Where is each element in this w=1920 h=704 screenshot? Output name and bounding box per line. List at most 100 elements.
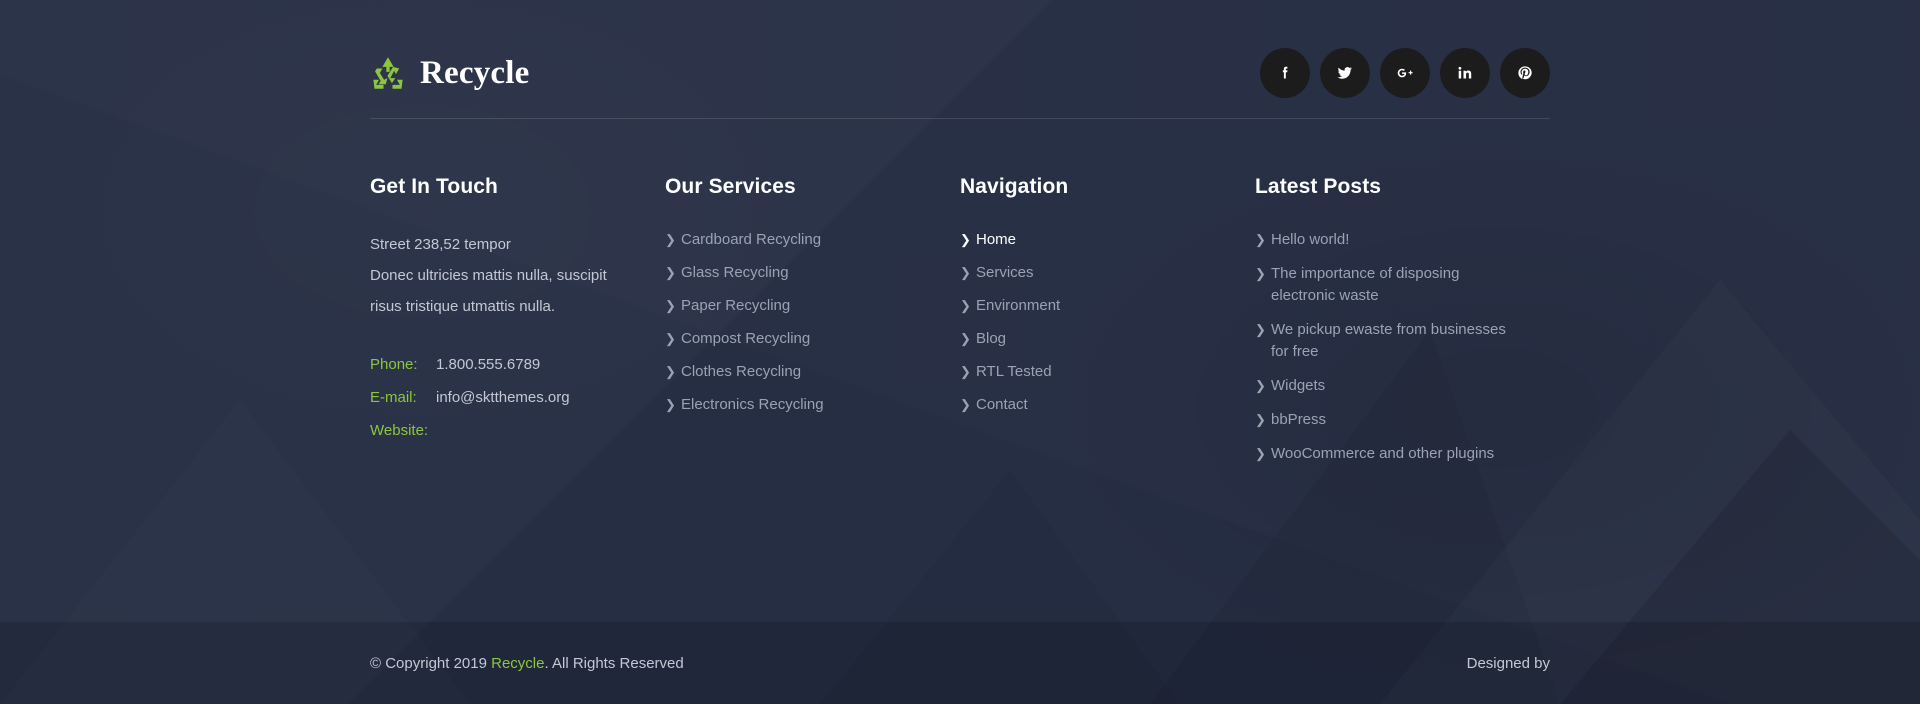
chevron-right-icon: ❯	[960, 331, 971, 346]
chevron-right-icon: ❯	[1255, 232, 1266, 247]
chevron-right-icon: ❯	[665, 364, 676, 379]
latest-posts-list: ❯ Hello world! ❯ The importance of dispo…	[1255, 229, 1520, 465]
widget-title-get-in-touch: Get In Touch	[370, 175, 498, 198]
chevron-right-icon: ❯	[665, 232, 676, 247]
social-links	[1260, 48, 1550, 98]
address-line: Donec ultricies mattis nulla, suscipit	[370, 267, 607, 284]
address-block: Street 238,52 tempor Donec ultricies mat…	[370, 229, 635, 322]
widget-title-our-services: Our Services	[665, 175, 796, 198]
footer-widget-columns: Get In Touch Street 238,52 tempor Donec …	[370, 119, 1550, 477]
widget-latest-posts: Latest Posts ❯ Hello world! ❯ The import…	[1255, 175, 1550, 477]
contact-details: Phone: 1.800.555.6789 E-mail: info@sktth…	[370, 348, 635, 447]
contact-label: E-mail:	[370, 389, 417, 406]
post-link-label: Hello world!	[1271, 231, 1350, 248]
chevron-right-icon: ❯	[1255, 412, 1266, 427]
service-link[interactable]: ❯ Electronics Recycling	[665, 394, 930, 416]
service-link-label: Glass Recycling	[681, 264, 789, 281]
google-plus-icon	[1397, 68, 1413, 78]
footer-topbar: Recycle	[370, 0, 1550, 110]
widget-title-latest-posts: Latest Posts	[1255, 175, 1382, 198]
contact-row-website: Website:	[370, 414, 635, 447]
linkedin-icon	[1458, 66, 1472, 79]
chevron-right-icon: ❯	[1255, 446, 1266, 461]
twitter-icon	[1337, 67, 1352, 79]
social-link-google-plus[interactable]	[1380, 48, 1430, 98]
contact-label: Phone:	[370, 356, 418, 373]
nav-link-rtl-tested[interactable]: ❯ RTL Tested	[960, 361, 1225, 383]
chevron-right-icon: ❯	[960, 397, 971, 412]
chevron-right-icon: ❯	[665, 397, 676, 412]
copyright-brand-link[interactable]: Recycle	[491, 655, 544, 672]
footer-bottom-inner: © Copyright 2019 Recycle. All Rights Res…	[370, 655, 1550, 672]
footer-container: Recycle Get In Touch Street 238,52 tempo…	[370, 0, 1550, 477]
contact-label: Website:	[370, 422, 429, 439]
chevron-right-icon: ❯	[665, 265, 676, 280]
service-link[interactable]: ❯ Paper Recycling	[665, 295, 930, 317]
social-link-facebook[interactable]	[1260, 48, 1310, 98]
nav-link-services[interactable]: ❯ Services	[960, 262, 1225, 284]
post-link[interactable]: ❯ Hello world!	[1255, 229, 1520, 251]
contact-row-phone: Phone: 1.800.555.6789	[370, 348, 635, 381]
site-logo[interactable]: Recycle	[370, 55, 530, 92]
nav-link-contact[interactable]: ❯ Contact	[960, 394, 1225, 416]
post-link-label: Widgets	[1271, 377, 1326, 394]
post-link[interactable]: ❯ Widgets	[1255, 375, 1520, 397]
chevron-right-icon: ❯	[1255, 378, 1266, 393]
service-link[interactable]: ❯ Clothes Recycling	[665, 361, 930, 383]
widget-title-navigation: Navigation	[960, 175, 1069, 198]
post-link-label: bbPress	[1271, 411, 1327, 428]
copyright-text: © Copyright 2019 Recycle. All Rights Res…	[370, 655, 684, 672]
social-link-pinterest[interactable]	[1500, 48, 1550, 98]
post-link[interactable]: ❯ The importance of disposing electronic…	[1255, 263, 1520, 307]
address-line: risus tristique utmattis nulla.	[370, 298, 556, 315]
widget-our-services: Our Services ❯ Cardboard Recycling ❯ Gla…	[665, 175, 960, 477]
nav-link-label: Contact	[976, 396, 1028, 413]
chevron-right-icon: ❯	[1255, 322, 1266, 337]
post-link-label: We pickup ewaste from businesses for fre…	[1271, 321, 1506, 360]
widget-navigation: Navigation ❯ Home ❯ Services ❯ Environme…	[960, 175, 1255, 477]
social-link-twitter[interactable]	[1320, 48, 1370, 98]
contact-value-email[interactable]: info@sktthemes.org	[436, 381, 570, 414]
service-link[interactable]: ❯ Glass Recycling	[665, 262, 930, 284]
service-link-label: Cardboard Recycling	[681, 231, 822, 248]
nav-link-label: RTL Tested	[976, 363, 1052, 380]
post-link[interactable]: ❯ We pickup ewaste from businesses for f…	[1255, 319, 1520, 363]
pinterest-icon	[1518, 66, 1532, 80]
post-link-label: WooCommerce and other plugins	[1271, 445, 1495, 462]
chevron-right-icon: ❯	[960, 364, 971, 379]
address-line: Street 238,52 tempor	[370, 236, 511, 253]
nav-link-label: Services	[976, 264, 1034, 281]
post-link-label: The importance of disposing electronic w…	[1271, 265, 1460, 304]
designed-by-text: Designed by	[1466, 654, 1550, 672]
facebook-icon	[1282, 66, 1288, 79]
contact-value-phone[interactable]: 1.800.555.6789	[436, 348, 540, 381]
recycle-icon	[373, 57, 403, 89]
post-link[interactable]: ❯ bbPress	[1255, 409, 1520, 431]
widget-get-in-touch: Get In Touch Street 238,52 tempor Donec …	[370, 175, 665, 477]
nav-link-environment[interactable]: ❯ Environment	[960, 295, 1225, 317]
service-link[interactable]: ❯ Cardboard Recycling	[665, 229, 930, 251]
chevron-right-icon: ❯	[1255, 266, 1266, 281]
chevron-right-icon: ❯	[665, 298, 676, 313]
chevron-right-icon: ❯	[665, 331, 676, 346]
footer-root: Recycle Get In Touch Street 238,52 tempo…	[0, 0, 1920, 704]
nav-link-label: Environment	[976, 297, 1061, 314]
nav-link-home[interactable]: ❯ Home	[960, 229, 1225, 251]
service-link-label: Compost Recycling	[681, 330, 811, 347]
navigation-list: ❯ Home ❯ Services ❯ Environment ❯ Blog ❯…	[960, 229, 1225, 416]
service-link-label: Paper Recycling	[681, 297, 791, 314]
site-logo-text: Recycle	[420, 54, 530, 91]
copyright-prefix: © Copyright 2019	[370, 654, 492, 672]
nav-link-label: Home	[976, 231, 1017, 248]
service-link[interactable]: ❯ Compost Recycling	[665, 328, 930, 350]
nav-link-blog[interactable]: ❯ Blog	[960, 328, 1225, 350]
chevron-right-icon: ❯	[960, 298, 971, 313]
nav-link-label: Blog	[976, 330, 1007, 347]
contact-row-email: E-mail: info@sktthemes.org	[370, 381, 635, 414]
chevron-right-icon: ❯	[960, 265, 971, 280]
post-link[interactable]: ❯ WooCommerce and other plugins	[1255, 443, 1520, 465]
service-link-label: Clothes Recycling	[681, 363, 802, 380]
copyright-suffix: . All Rights Reserved	[544, 654, 684, 672]
footer-bottom-bar: © Copyright 2019 Recycle. All Rights Res…	[0, 622, 1920, 704]
social-link-linkedin[interactable]	[1440, 48, 1490, 98]
